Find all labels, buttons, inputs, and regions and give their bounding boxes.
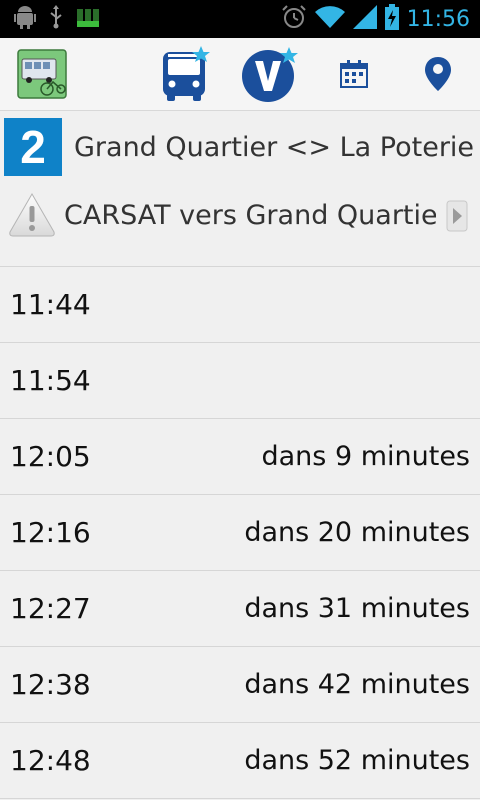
- usb-icon: [48, 5, 64, 33]
- departure-time: 12:05: [10, 440, 91, 473]
- departure-row[interactable]: 12:16 dans 20 minutes: [0, 495, 480, 571]
- bus-favorite-icon[interactable]: [158, 38, 212, 110]
- route-header: 2 Grand Quartier <> La Poterie /: [0, 116, 480, 180]
- departure-row[interactable]: 12:48 dans 52 minutes: [0, 723, 480, 799]
- departure-list: 11:44 11:54 12:05 dans 9 minutes 12:16 dans 2…: [0, 266, 480, 799]
- wifi-icon: [314, 5, 345, 33]
- warning-button[interactable]: [8, 192, 56, 238]
- battery-charging-icon: [384, 4, 399, 34]
- route-name: Grand Quartier <> La Poterie /: [74, 132, 480, 163]
- departure-time: 11:54: [10, 364, 91, 397]
- alarm-icon: [281, 4, 307, 34]
- departure-countdown: dans 20 minutes: [244, 517, 470, 548]
- action-bar: [0, 38, 480, 111]
- app-logo-bus-icon[interactable]: [14, 38, 70, 110]
- android-debug-icon: [14, 5, 36, 33]
- departure-row[interactable]: 11:54: [0, 343, 480, 419]
- cell-signal-icon: [352, 5, 377, 33]
- departure-countdown: dans 9 minutes: [261, 441, 471, 472]
- departure-time: 12:16: [10, 516, 91, 549]
- departure-countdown: dans 42 minutes: [244, 669, 470, 700]
- velo-favorite-icon[interactable]: [240, 38, 300, 110]
- status-time: 11:56: [406, 6, 470, 32]
- departure-row[interactable]: 11:44: [0, 267, 480, 343]
- location-pin-icon[interactable]: [418, 38, 458, 110]
- departure-time: 12:27: [10, 592, 91, 625]
- direction-selector[interactable]: CARSAT vers Grand Quartie: [0, 184, 480, 248]
- calendar-icon[interactable]: [334, 38, 374, 110]
- signal-bars-icon: [76, 5, 100, 33]
- departure-time: 12:48: [10, 744, 91, 777]
- departure-countdown: dans 31 minutes: [244, 593, 470, 624]
- departure-row[interactable]: 12:38 dans 42 minutes: [0, 647, 480, 723]
- departure-time: 12:38: [10, 668, 91, 701]
- departure-time: 11:44: [10, 288, 91, 321]
- departure-row[interactable]: 12:05 dans 9 minutes: [0, 419, 480, 495]
- route-number-badge: 2: [4, 118, 62, 176]
- direction-label: CARSAT vers Grand Quartie: [64, 200, 436, 231]
- departure-row[interactable]: 12:27 dans 31 minutes: [0, 571, 480, 647]
- next-direction-icon[interactable]: [446, 200, 468, 232]
- status-bar: 11:56: [0, 0, 480, 38]
- departure-countdown: dans 52 minutes: [244, 745, 470, 776]
